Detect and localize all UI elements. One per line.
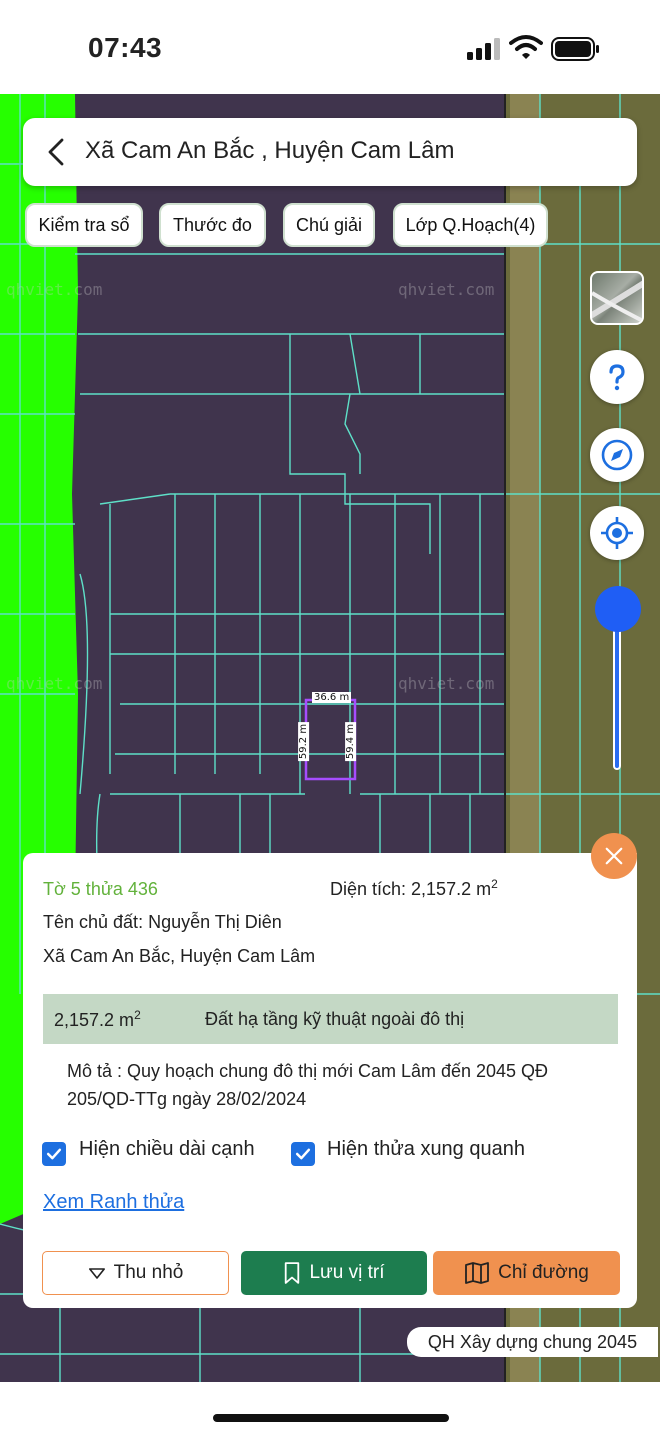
bookmark-icon — [285, 1262, 300, 1284]
parcel-left-length: 59.2 m — [298, 721, 310, 762]
cellular-signal-icon — [467, 38, 500, 60]
close-icon — [605, 847, 623, 865]
show-edge-lengths-checkbox[interactable] — [42, 1142, 66, 1166]
status-bar: 07:43 — [0, 0, 660, 94]
base-layer-switch[interactable] — [590, 271, 644, 325]
checkmark-icon — [46, 1148, 62, 1160]
back-chevron-icon[interactable] — [39, 134, 75, 170]
planning-description: Mô tả : Quy hoạch chung đô thị mới Cam L… — [67, 1061, 549, 1109]
compass-button[interactable] — [590, 428, 644, 482]
directions-button[interactable]: Chỉ đường — [433, 1251, 620, 1295]
satellite-thumbnail-icon — [592, 280, 642, 323]
land-use-area: 2,157.2 m2 — [54, 1008, 141, 1030]
collapse-label: Thu nhỏ — [113, 1262, 184, 1283]
compass-icon — [601, 439, 633, 471]
battery-icon — [551, 37, 599, 61]
view-boundary-link[interactable]: Xem Ranh thửa — [43, 1191, 184, 1214]
save-location-label: Lưu vị trí — [309, 1262, 385, 1283]
zoom-slider-knob[interactable] — [595, 586, 641, 632]
map-icon — [465, 1262, 490, 1284]
collapse-button[interactable]: Thu nhỏ — [42, 1251, 229, 1295]
planning-layer-chip[interactable]: Lớp Q.Hoạch(4) — [393, 203, 548, 247]
zoom-slider-track[interactable] — [613, 612, 621, 770]
ruler-chip[interactable]: Thước đo — [159, 203, 266, 247]
checkmark-icon — [295, 1148, 311, 1160]
location-search-bar[interactable]: Xã Cam An Bắc , Huyện Cam Lâm — [23, 118, 637, 186]
save-location-button[interactable]: Lưu vị trí — [241, 1251, 427, 1295]
show-neighbors-checkbox[interactable] — [291, 1142, 315, 1166]
parcel-id: Tờ 5 thửa 436 — [43, 879, 158, 899]
watermark: qhviet.com — [398, 674, 495, 693]
owner-name: Tên chủ đất: Nguyễn Thị Diên — [43, 912, 282, 932]
land-use-row: 2,157.2 m2 Đất hạ tầng kỹ thuật ngoài đô… — [43, 994, 618, 1044]
directions-label: Chỉ đường — [498, 1262, 589, 1283]
parcel-top-length: 36.6 m — [312, 692, 352, 703]
watermark: qhviet.com — [6, 280, 103, 299]
home-indicator[interactable] — [213, 1414, 449, 1422]
parcel-address: Xã Cam An Bắc, Huyện Cam Lâm — [43, 946, 316, 966]
question-icon — [609, 364, 625, 391]
parcel-right-length: 59.4 m — [345, 721, 357, 762]
triangle-down-icon — [88, 1267, 105, 1279]
parcel-info-panel: Tờ 5 thửa 436 Diện tích: 2,157.2 m2 Tên … — [23, 853, 637, 1308]
land-use-type: Đất hạ tầng kỹ thuật ngoài đô thị — [205, 1009, 465, 1029]
watermark: qhviet.com — [398, 280, 495, 299]
check-book-chip[interactable]: Kiểm tra sổ — [25, 203, 143, 247]
watermark: qhviet.com — [6, 674, 103, 693]
close-panel-button[interactable] — [591, 833, 637, 879]
my-location-button[interactable] — [590, 506, 644, 560]
planning-layer-badge: QH Xây dựng chung 2045 — [407, 1327, 658, 1357]
wifi-icon — [509, 35, 543, 59]
status-time: 07:43 — [88, 32, 163, 63]
parcel-area: Diện tích: 2,157.2 m2 — [330, 877, 498, 899]
show-edge-lengths-label[interactable]: Hiện chiều dài cạnh — [79, 1138, 255, 1161]
location-title: Xã Cam An Bắc , Huyện Cam Lâm — [85, 137, 455, 164]
legend-chip[interactable]: Chú giải — [283, 203, 375, 247]
show-neighbors-label[interactable]: Hiện thửa xung quanh — [327, 1138, 525, 1161]
locate-crosshair-icon — [601, 517, 633, 549]
help-button[interactable] — [590, 350, 644, 404]
